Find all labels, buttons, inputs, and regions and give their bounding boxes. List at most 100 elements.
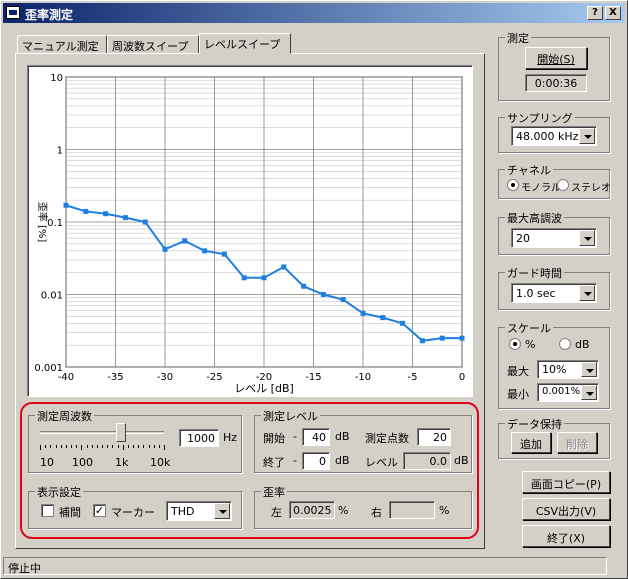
data-point	[83, 208, 89, 214]
scale-max-select[interactable]: 10%	[537, 360, 599, 379]
measure-group-label: 測定	[505, 30, 531, 46]
data-point	[162, 246, 168, 252]
elapsed-time: 0:00:36	[525, 74, 587, 92]
display-mode-select[interactable]: THD	[166, 501, 232, 521]
mono-radio[interactable]	[507, 179, 519, 191]
screen-copy-button[interactable]: 画面コピー(P)	[522, 471, 610, 493]
app-icon	[6, 6, 20, 19]
right-unit: %	[439, 504, 450, 517]
slider-tick	[112, 445, 114, 448]
chevron-down-icon[interactable]	[581, 385, 597, 400]
scale-max-value: 10%	[542, 363, 567, 376]
start-db: dB	[335, 430, 350, 443]
close-button[interactable]: X	[605, 6, 621, 20]
slider-tick	[107, 445, 109, 448]
marker-checkbox[interactable]: ✓	[93, 504, 106, 517]
slider-tick	[164, 445, 165, 450]
tab-freq-sweep[interactable]: 周波数スイープ	[107, 35, 199, 54]
slider-tick	[138, 445, 140, 448]
slider-tick	[127, 445, 129, 448]
points-input[interactable]: 20	[417, 428, 451, 446]
level-db: dB	[454, 454, 469, 467]
scale-db-label: dB	[575, 338, 590, 351]
data-point	[419, 338, 425, 344]
display-group: 表示設定 補間 ✓ マーカー THD	[28, 484, 242, 529]
chevron-down-icon[interactable]	[579, 230, 595, 246]
add-button[interactable]: 追加	[511, 432, 551, 453]
data-point	[281, 264, 287, 270]
freq-slider-thumb[interactable]	[115, 423, 126, 442]
data-point	[360, 310, 366, 316]
slider-tick	[148, 445, 150, 448]
data-point	[142, 219, 148, 225]
sampling-group: サンプリング 48.000 kHz	[498, 110, 610, 153]
slider-tick	[50, 445, 52, 448]
slider-tick	[158, 445, 160, 448]
data-point	[301, 283, 307, 289]
freq-group-label: 測定周波数	[35, 408, 94, 424]
scale-group: スケール % dB 最大 10% 最小 0.001%	[498, 320, 610, 409]
slider-tick	[76, 445, 78, 448]
status-bar: 停止中	[3, 557, 607, 575]
scale-percent-radio[interactable]	[509, 338, 521, 350]
help-button[interactable]: ?	[587, 6, 603, 20]
end-dash: -	[293, 454, 297, 467]
exit-button[interactable]: 終了(X)	[522, 525, 610, 547]
interpolation-label: 補間	[59, 506, 81, 519]
scale-min-value: 0.001%	[542, 386, 581, 397]
data-hold-group: データ保持 追加 削除	[498, 416, 610, 459]
data-point	[380, 315, 386, 321]
delete-button[interactable]: 削除	[557, 432, 597, 453]
title-bar: 歪率測定 ? X	[3, 3, 625, 23]
slider-tick	[86, 445, 88, 448]
freq-slider-track[interactable]	[40, 431, 164, 434]
sampling-group-label: サンプリング	[505, 110, 575, 126]
measure-group: 測定 開始(S) 0:00:36	[498, 30, 610, 101]
chevron-down-icon[interactable]	[579, 285, 595, 301]
data-point	[221, 251, 227, 257]
csv-export-button[interactable]: CSV出力(V)	[522, 498, 610, 520]
scale-min-select[interactable]: 0.001%	[537, 383, 599, 402]
x-tick-label: -15	[305, 372, 321, 383]
x-axis-label: レベル [dB]	[234, 382, 294, 395]
slider-tick	[60, 445, 62, 448]
tab-manual[interactable]: マニュアル測定	[17, 35, 107, 54]
left-label: 左	[271, 506, 282, 519]
chevron-down-icon[interactable]	[579, 128, 595, 144]
distortion-window: 歪率測定 ? X マニュアル測定 周波数スイープ レベルスイープ 10 1 0.1 0…	[0, 0, 628, 579]
data-point	[320, 292, 326, 297]
interpolation-checkbox[interactable]	[41, 504, 54, 517]
distortion-chart: 1010.10.010.001-40 -35 -30 -25 -20 -15 -10 -5 0レ…	[34, 73, 465, 395]
max-harmonic-select[interactable]: 20	[511, 228, 597, 248]
slider-tick	[133, 445, 134, 448]
scale-percent-label: %	[525, 338, 536, 351]
y-tick-label: 10	[50, 73, 63, 84]
end-level-input[interactable]: 0	[302, 452, 330, 470]
guard-time-value: 1.0 sec	[516, 287, 556, 300]
channel-group-label: チャネル	[505, 162, 553, 178]
data-point	[459, 335, 465, 341]
x-tick-label: -40	[58, 372, 74, 383]
slider-tick	[55, 445, 57, 448]
chevron-down-icon[interactable]	[581, 362, 597, 377]
data-point	[63, 202, 69, 208]
x-tick-label: -5	[408, 372, 418, 383]
y-tick-label: 0.01	[41, 291, 63, 302]
start-level-input[interactable]: 40	[302, 428, 330, 446]
end-label: 終了	[263, 456, 285, 469]
stereo-radio[interactable]	[557, 179, 569, 191]
start-button[interactable]: 開始(S)	[525, 47, 587, 69]
tab-level-sweep[interactable]: レベルスイープ	[199, 33, 291, 54]
slider-tick	[91, 445, 93, 448]
chevron-down-icon[interactable]	[214, 503, 230, 519]
freq-group: 測定周波数 10 100 1k 10k 1000 Hz	[28, 408, 242, 473]
scale-db-radio[interactable]	[559, 338, 571, 350]
left-distortion-readout: 0.0025	[289, 501, 335, 519]
sampling-select[interactable]: 48.000 kHz	[511, 126, 597, 146]
guard-time-select[interactable]: 1.0 sec	[511, 283, 597, 303]
scale-min-label: 最小	[507, 388, 529, 401]
freq-input[interactable]: 1000	[179, 429, 219, 447]
window-title: 歪率測定	[25, 8, 74, 22]
guard-time-group: ガード時間 1.0 sec	[498, 265, 610, 310]
x-tick-label: -30	[157, 372, 173, 383]
